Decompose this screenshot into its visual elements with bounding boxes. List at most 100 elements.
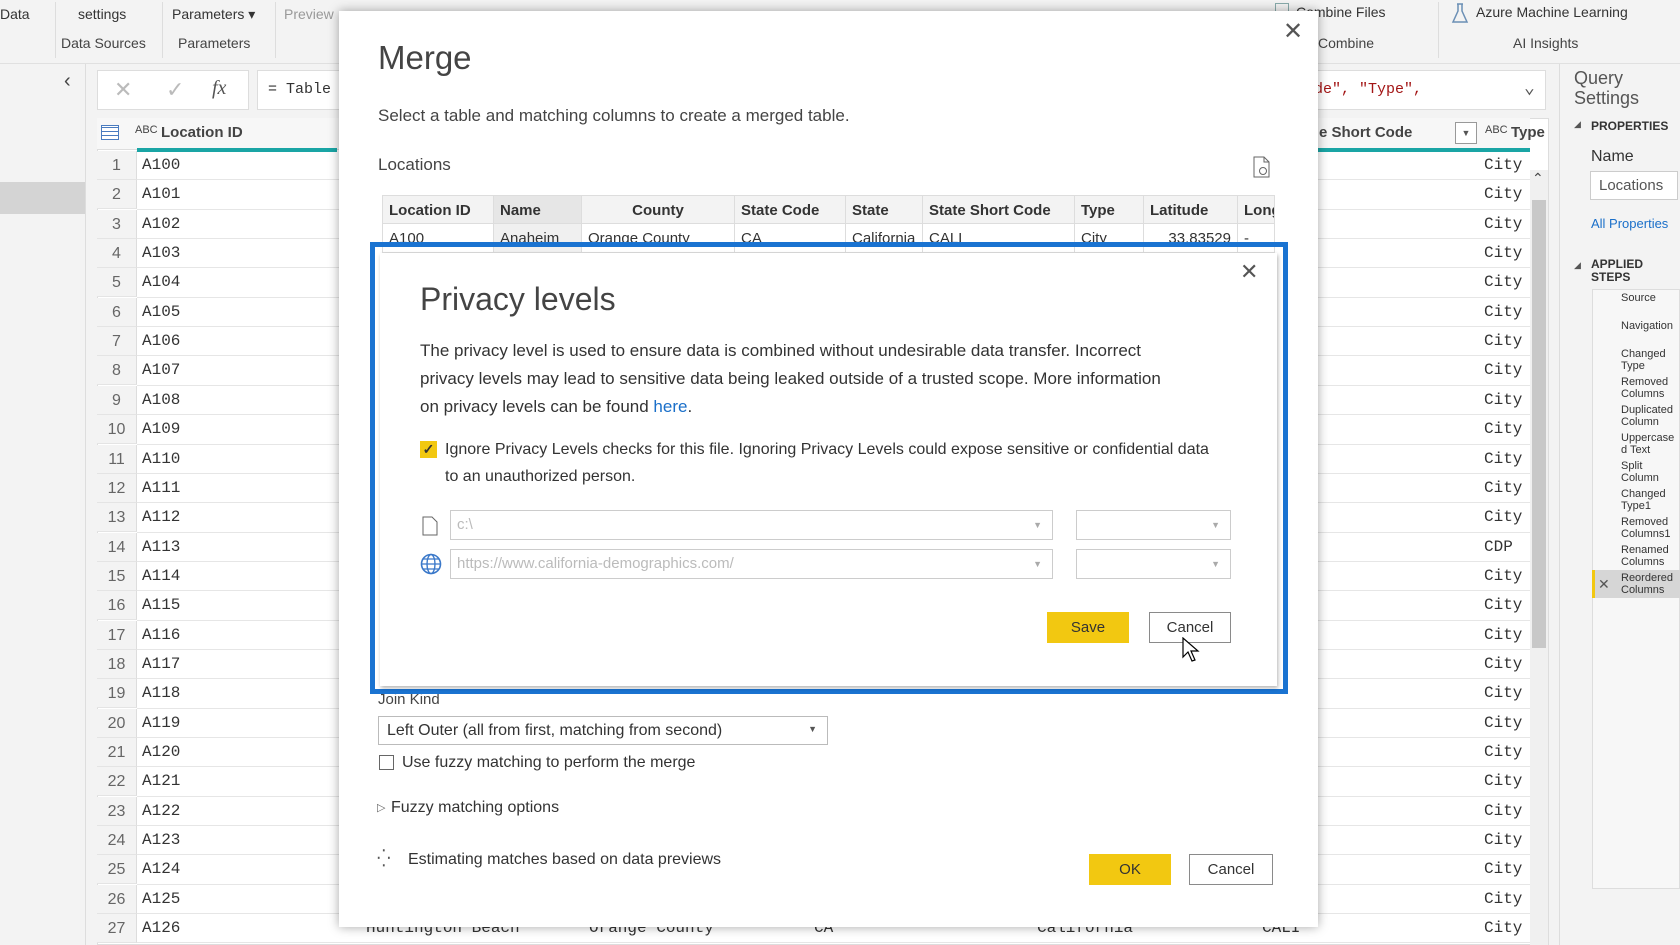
applied-step[interactable]: Renamed Columns [1621,544,1678,568]
column-header-type[interactable]: Type [1511,124,1545,141]
cell-location-id[interactable]: A101 [142,180,180,209]
delete-step-icon[interactable]: ✕ [1598,576,1610,593]
row-number[interactable]: 19 [97,679,137,709]
all-properties-link[interactable]: All Properties [1591,216,1668,231]
preview-column-header[interactable]: State Code [735,196,846,224]
fuzzy-options-toggle[interactable]: Fuzzy matching options [391,799,559,817]
row-number[interactable]: 7 [97,327,137,357]
applied-step[interactable]: Reordered Columns [1621,572,1678,596]
preview-column-header[interactable]: Name [494,196,582,224]
row-number[interactable]: 22 [97,767,137,797]
cell-location-id[interactable]: A112 [142,503,180,532]
cell-type[interactable]: City [1484,826,1522,855]
azure-ml-button[interactable]: Azure Machine Learning [1476,4,1628,20]
cell-type[interactable]: CDP [1484,533,1513,562]
cell-location-id[interactable]: A102 [142,210,180,239]
row-number[interactable]: 4 [97,239,137,269]
cell-location-id[interactable]: A104 [142,268,180,297]
cell-type[interactable]: City [1484,679,1522,708]
cell-type[interactable]: City [1484,914,1522,943]
close-icon[interactable]: ✕ [1240,259,1258,285]
row-number[interactable]: 12 [97,473,137,503]
fuzzy-matching-checkbox[interactable] [379,755,394,770]
row-number[interactable]: 26 [97,884,137,914]
applied-step[interactable]: Changed Type1 [1621,488,1678,512]
source-path-select[interactable]: c:\ ▼ [450,510,1053,540]
selected-query-item[interactable] [0,182,85,214]
cell-location-id[interactable]: A120 [142,738,180,767]
preview-column-header[interactable]: State Short Code [923,196,1075,224]
collapse-triangle-icon[interactable]: ◢ [1574,119,1581,130]
cell-location-id[interactable]: A106 [142,327,180,356]
collapse-triangle-icon[interactable]: ◢ [1574,260,1581,271]
preview-column-header[interactable]: Long [1238,196,1274,224]
expand-formula-chevron-icon[interactable]: ⌄ [1524,77,1535,99]
row-number[interactable]: 2 [97,180,137,210]
table-select[interactable]: Locations [378,155,451,175]
cell-type[interactable]: City [1484,738,1522,767]
cell-type[interactable]: City [1484,210,1522,239]
row-number[interactable]: 15 [97,561,137,591]
ignore-privacy-checkbox[interactable]: ✓ [420,441,437,458]
cell-location-id[interactable]: A121 [142,767,180,796]
cancel-formula-icon[interactable]: ✕ [114,77,132,103]
cell-type[interactable]: City [1484,885,1522,914]
cell-location-id[interactable]: A111 [142,474,180,503]
row-number[interactable]: 11 [97,444,137,474]
cell-type[interactable]: City [1484,709,1522,738]
cell-location-id[interactable]: A110 [142,445,180,474]
cell-type[interactable]: City [1484,797,1522,826]
manage-parameters-button[interactable]: Parameters ▾ [172,6,255,23]
refresh-preview-button[interactable]: Preview [284,6,334,22]
row-number[interactable]: 24 [97,826,137,856]
preview-column-header[interactable]: Location ID [383,196,494,224]
cell-location-id[interactable]: A123 [142,826,180,855]
here-link[interactable]: here [653,397,687,416]
cell-location-id[interactable]: A100 [142,151,180,180]
cell-location-id[interactable]: A126 [142,914,180,943]
row-number[interactable]: 14 [97,532,137,562]
expand-triangle-icon[interactable]: ▷ [377,801,385,814]
cell-type[interactable]: City [1484,298,1522,327]
applied-step[interactable]: Source [1621,292,1678,304]
applied-step[interactable]: Removed Columns [1621,376,1678,400]
preview-column-header[interactable]: State [846,196,923,224]
join-kind-select[interactable]: Left Outer (all from first, matching fro… [378,716,828,745]
cell-type[interactable]: City [1484,445,1522,474]
cell-type[interactable]: City [1484,386,1522,415]
close-icon[interactable]: ✕ [1283,17,1303,46]
row-number[interactable]: 13 [97,503,137,533]
row-number[interactable]: 9 [97,385,137,415]
cell-type[interactable]: City [1484,650,1522,679]
row-number[interactable]: 20 [97,708,137,738]
cell-type[interactable]: City [1484,767,1522,796]
text-type-icon[interactable]: ABC [1485,124,1508,136]
row-number[interactable]: 21 [97,738,137,767]
applied-step[interactable]: Duplicated Column [1621,404,1678,428]
applied-step[interactable]: Changed Type [1621,348,1678,372]
cell-location-id[interactable]: A113 [142,533,180,562]
query-name-input[interactable]: Locations [1590,171,1678,200]
cell-location-id[interactable]: A122 [142,797,180,826]
row-number[interactable]: 17 [97,620,137,650]
row-number[interactable]: 6 [97,297,137,327]
cell-type[interactable]: City [1484,151,1522,180]
cell-type[interactable]: City [1484,562,1522,591]
collapse-chevron-icon[interactable]: ‹ [64,70,71,93]
fx-icon[interactable]: fx [212,77,226,100]
privacy-level-select[interactable]: ▼ [1076,549,1231,579]
cell-location-id[interactable]: A124 [142,855,180,884]
applied-step[interactable]: Removed Columns1 [1621,516,1678,540]
cell-location-id[interactable]: A114 [142,562,180,591]
cell-location-id[interactable]: A118 [142,679,180,708]
cell-type[interactable]: City [1484,268,1522,297]
applied-step[interactable]: Uppercased Text [1621,432,1678,456]
ok-button[interactable]: OK [1089,854,1171,885]
cell-location-id[interactable]: A103 [142,239,180,268]
refresh-preview-icon[interactable] [1251,155,1271,179]
filter-dropdown-icon[interactable]: ▼ [1455,122,1477,144]
table-menu-icon[interactable] [101,125,119,140]
save-button[interactable]: Save [1047,612,1129,643]
row-number[interactable]: 1 [97,151,137,180]
preview-column-header[interactable]: Type [1075,196,1144,224]
